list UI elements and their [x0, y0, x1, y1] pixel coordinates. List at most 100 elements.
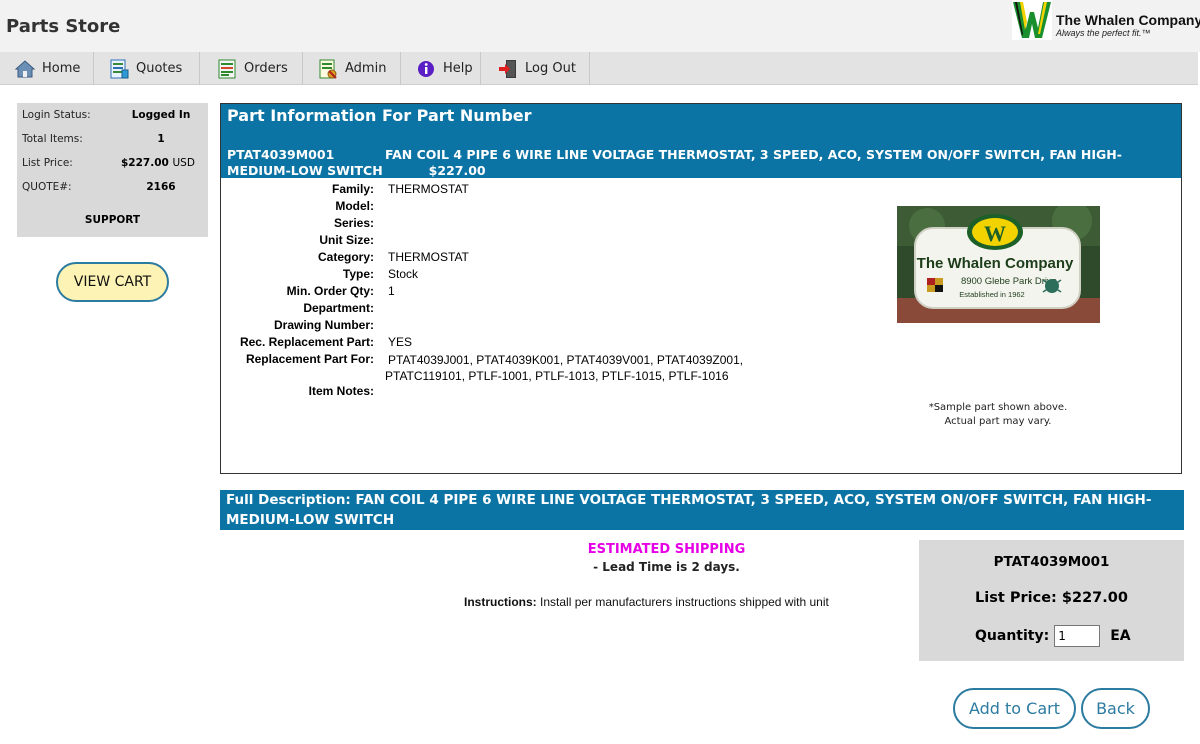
back-button[interactable]: Back [1081, 688, 1150, 729]
detail-row-department: Department: [221, 301, 821, 318]
main-nav: Home Quotes Orders Admin Help Log Out [0, 52, 1198, 85]
account-status-panel: Login Status: Logged In Total Items: 1 L… [17, 103, 208, 237]
detail-row-replacement-for: Replacement Part For: PTAT4039J001, PTAT… [221, 352, 821, 384]
sign-logo-letter: W [984, 221, 1006, 246]
part-header: Part Information For Part Number PTAT403… [221, 104, 1181, 178]
part-information-panel: Part Information For Part Number PTAT403… [220, 103, 1182, 474]
detail-label: Family: [331, 182, 374, 196]
view-cart-button[interactable]: VIEW CART [56, 262, 169, 302]
part-price: $227.00 [428, 163, 486, 178]
detail-value: YES [388, 335, 413, 349]
order-list-price: List Price: $227.00 [975, 590, 1128, 606]
total-items-row: Total Items: 1 [22, 133, 202, 147]
nav-logout-label: Log Out [525, 61, 576, 76]
lead-time-text: - Lead Time is 2 days. [593, 560, 740, 574]
detail-row-drawing-number: Drawing Number: [221, 318, 821, 335]
sample-part-note: *Sample part shown above. Actual part ma… [893, 401, 1103, 429]
nav-help-label: Help [443, 61, 473, 76]
nav-quotes[interactable]: Quotes [94, 52, 200, 85]
detail-label: Department: [303, 301, 374, 315]
help-icon [415, 58, 437, 80]
app-title: Parts Store [6, 16, 121, 37]
login-status-value: Logged In [131, 109, 191, 121]
sample-note-line2: Actual part may vary. [944, 416, 1052, 427]
nav-orders[interactable]: Orders [200, 52, 303, 85]
detail-value: 1 [388, 284, 395, 298]
order-summary-box: PTAT4039M001 List Price: $227.00 Quantit… [919, 540, 1184, 661]
detail-label: Type: [342, 267, 374, 281]
order-part-number: PTAT4039M001 [993, 554, 1110, 570]
sign-established: Established in 1962 [959, 290, 1024, 299]
detail-label: Category: [317, 250, 374, 264]
instructions: Instructions: Install per manufacturers … [464, 595, 829, 609]
detail-row-type: Type: Stock [221, 267, 821, 284]
detail-row-category: Category: THERMOSTAT [221, 250, 821, 267]
part-panel-title: Part Information For Part Number [227, 106, 532, 125]
nav-home[interactable]: Home [0, 52, 94, 85]
list-price-amount: $227.00 [121, 157, 169, 169]
instructions-label: Instructions: [464, 595, 537, 609]
detail-value: PTAT4039J001, PTAT4039K001, PTAT4039V001… [385, 353, 744, 383]
detail-row-model: Model: [221, 199, 821, 216]
detail-label: Rec. Replacement Part: [239, 335, 374, 349]
nav-admin[interactable]: Admin [303, 52, 401, 85]
sample-note-line1: *Sample part shown above. [928, 402, 1068, 413]
detail-row-item-notes: Item Notes: [221, 384, 821, 401]
detail-row-unit-size: Unit Size: [221, 233, 821, 250]
sign-address: 8900 Glebe Park Drive [961, 276, 1057, 287]
list-price-currency: USD [172, 157, 195, 169]
part-number: PTAT4039M001 [227, 147, 335, 162]
list-price-row: List Price: $227.00 USD [22, 157, 202, 171]
detail-row-series: Series: [221, 216, 821, 233]
list-price-label: List Price: [22, 157, 73, 169]
company-logo[interactable]: The Whalen Company Always the perfect fi… [1012, 0, 1200, 42]
logout-icon [497, 58, 519, 80]
detail-row-rec-replacement: Rec. Replacement Part: YES [221, 335, 821, 352]
whalen-logo-icon [1012, 0, 1052, 40]
part-summary-line: PTAT4039M001 FAN COIL 4 PIPE 6 WIRE LINE … [227, 147, 1177, 179]
total-items-label: Total Items: [22, 133, 83, 145]
detail-value: THERMOSTAT [388, 182, 469, 196]
detail-value: THERMOSTAT [388, 250, 469, 264]
quote-number-value: 2166 [146, 181, 176, 193]
detail-label: Drawing Number: [273, 318, 374, 332]
logo-company-name: The Whalen Company [1056, 12, 1200, 28]
add-to-cart-button[interactable]: Add to Cart [953, 688, 1076, 729]
nav-admin-label: Admin [345, 61, 387, 76]
total-items-value: 1 [157, 133, 165, 145]
detail-row-min-order-qty: Min. Order Qty: 1 [221, 284, 821, 301]
detail-label: Model: [335, 199, 374, 213]
login-status-row: Login Status: Logged In [22, 109, 202, 123]
admin-icon [317, 58, 339, 80]
support-link[interactable]: SUPPORT [17, 214, 208, 226]
detail-label: Replacement Part For: [245, 352, 374, 366]
instructions-text: Install per manufacturers instructions s… [536, 595, 829, 609]
nav-home-label: Home [42, 61, 81, 76]
sign-company-name: The Whalen Company [917, 255, 1074, 272]
full-description: Full Description: FAN COIL 4 PIPE 6 WIRE… [220, 490, 1184, 530]
quotes-icon [108, 58, 130, 80]
app-header: Parts Store The Whalen Company Always th… [0, 0, 1200, 52]
detail-value: Stock [388, 267, 419, 281]
nav-logout[interactable]: Log Out [481, 52, 590, 85]
quote-number-row: QUOTE#: 2166 [22, 181, 202, 195]
quantity-row: Quantity: EA [975, 625, 1131, 647]
detail-label: Min. Order Qty: [286, 284, 374, 298]
nav-orders-label: Orders [244, 61, 288, 76]
part-sample-image: W The Whalen Company 8900 Glebe Park Dri… [897, 206, 1100, 323]
login-status-label: Login Status: [22, 109, 91, 121]
nav-quotes-label: Quotes [136, 61, 183, 76]
detail-label: Item Notes: [308, 384, 374, 398]
detail-row-family: Family: THERMOSTAT [221, 182, 821, 199]
nav-help[interactable]: Help [401, 52, 481, 85]
quote-number-label: QUOTE#: [22, 181, 72, 193]
quantity-input[interactable] [1054, 625, 1101, 647]
orders-icon [216, 58, 238, 80]
detail-label: Unit Size: [319, 233, 374, 247]
quantity-label: Quantity: [975, 628, 1050, 644]
detail-label: Series: [333, 216, 374, 230]
list-price-value: $227.00 USD [121, 157, 201, 169]
estimated-shipping-title: ESTIMATED SHIPPING [587, 542, 746, 557]
logo-tagline: Always the perfect fit.™ [1056, 28, 1151, 38]
home-icon [14, 58, 36, 80]
